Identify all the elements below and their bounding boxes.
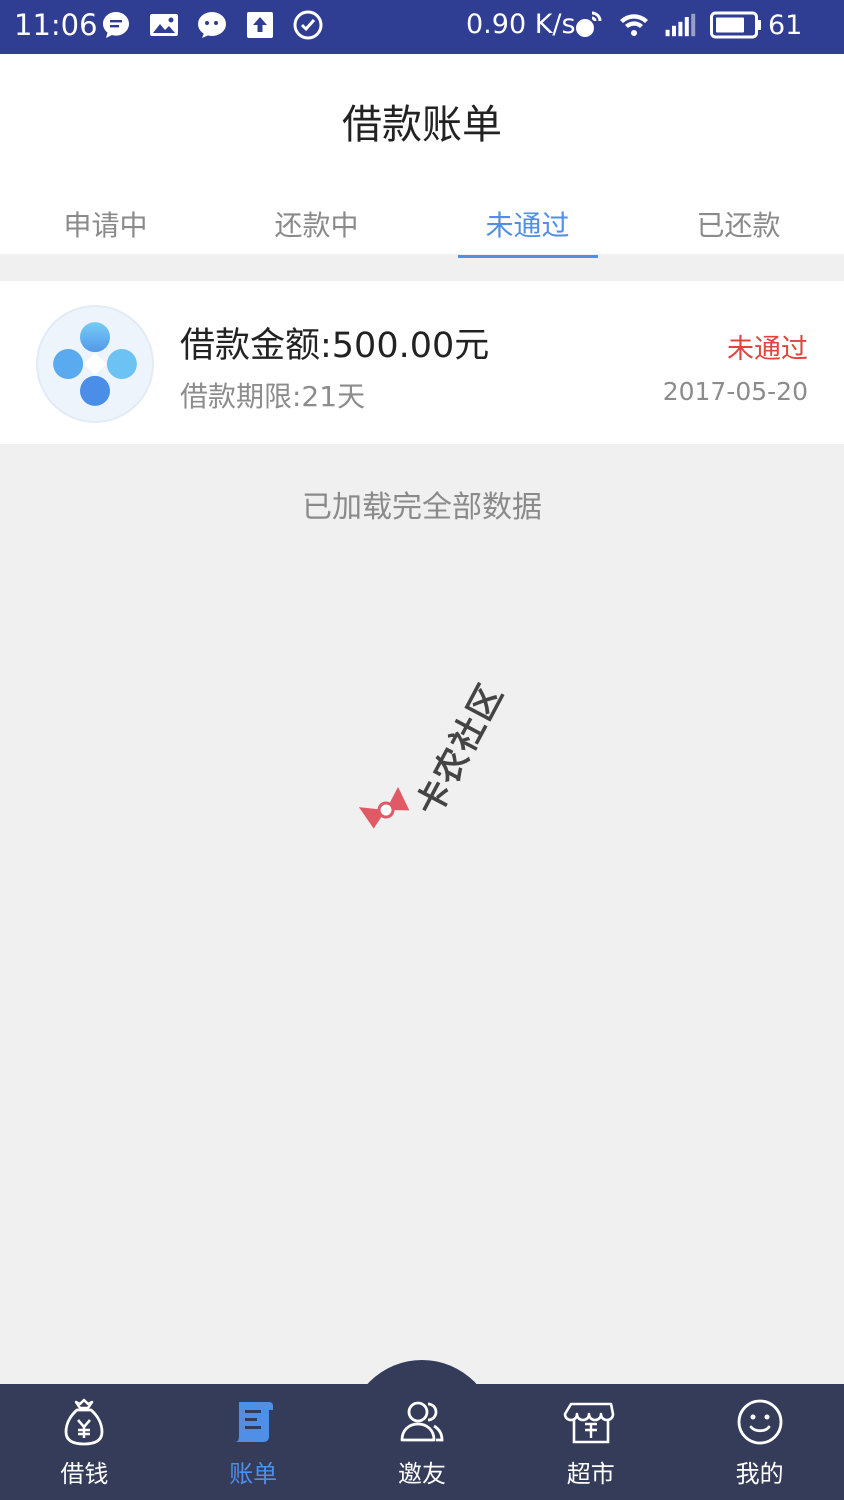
page-title: 借款账单 <box>342 102 502 148</box>
nav-bills-label: 账单 <box>229 1460 278 1488</box>
nav-market[interactable]: 超市 <box>506 1384 675 1500</box>
loan-date: 2017-05-20 <box>662 377 808 406</box>
tab-repaid[interactable]: 已还款 <box>633 194 844 256</box>
message-icon <box>103 12 129 38</box>
system-icons: 61 <box>572 9 802 41</box>
nav-market-label: 超市 <box>566 1460 615 1488</box>
satellite-icon <box>576 11 602 37</box>
image-icon <box>150 14 178 36</box>
nav-borrow-label: 借钱 <box>60 1460 109 1488</box>
wifi-icon <box>620 14 648 36</box>
check-circle-icon <box>293 10 323 40</box>
clover-logo-icon <box>53 322 137 406</box>
loan-term: 借款期限:21天 <box>180 380 366 413</box>
watermark: 卡农社区 <box>352 660 512 850</box>
loan-amount: 借款金额:500.00元 <box>180 326 490 366</box>
nav-mine[interactable]: 我的 <box>675 1384 844 1500</box>
battery: 61 <box>710 10 802 41</box>
list-end-message: 已加载完全部数据 <box>302 490 542 525</box>
market-icon <box>563 1402 615 1444</box>
loan-record[interactable]: 借款金额:500.00元 借款期限:21天 未通过 2017-05-20 <box>0 281 844 444</box>
tab-rejected[interactable]: 未通过 <box>422 194 633 256</box>
battery-icon <box>710 11 761 39</box>
tab-applying[interactable]: 申请中 <box>0 194 211 256</box>
money-bag-icon <box>64 1398 104 1446</box>
nav-borrow[interactable]: 借钱 <box>0 1384 169 1500</box>
invite-friends-icon <box>400 1401 444 1442</box>
network-speed: 0.90 K/s <box>466 9 576 40</box>
header: 借款账单 申请中 还款中 未通过 已还款 <box>0 54 844 254</box>
status-time: 11:06 <box>14 8 98 42</box>
wechat-icon <box>198 12 226 38</box>
nav-invite-label: 邀友 <box>397 1460 446 1488</box>
notification-icons <box>100 9 324 41</box>
battery-level: 61 <box>768 9 803 41</box>
loan-status-badge: 未通过 <box>727 334 808 365</box>
bill-icon <box>235 1402 274 1442</box>
smile-face-icon <box>737 1399 782 1445</box>
nav-mine-label: 我的 <box>735 1460 784 1488</box>
nav-invite[interactable]: 邀友 <box>338 1384 507 1500</box>
lender-logo <box>36 305 154 423</box>
nav-bills[interactable]: 账单 <box>169 1384 338 1500</box>
watermark-text: 卡农社区 <box>409 676 512 823</box>
tab-bar: 申请中 还款中 未通过 已还款 <box>0 194 844 256</box>
bottom-nav: 借钱 账单 邀友 超市 我的 <box>0 1384 844 1500</box>
tab-repaying[interactable]: 还款中 <box>211 194 422 256</box>
signal-4g-icon <box>665 13 696 37</box>
status-bar: 11:06 0.90 K/s 61 <box>0 0 844 54</box>
upload-icon <box>247 12 273 38</box>
